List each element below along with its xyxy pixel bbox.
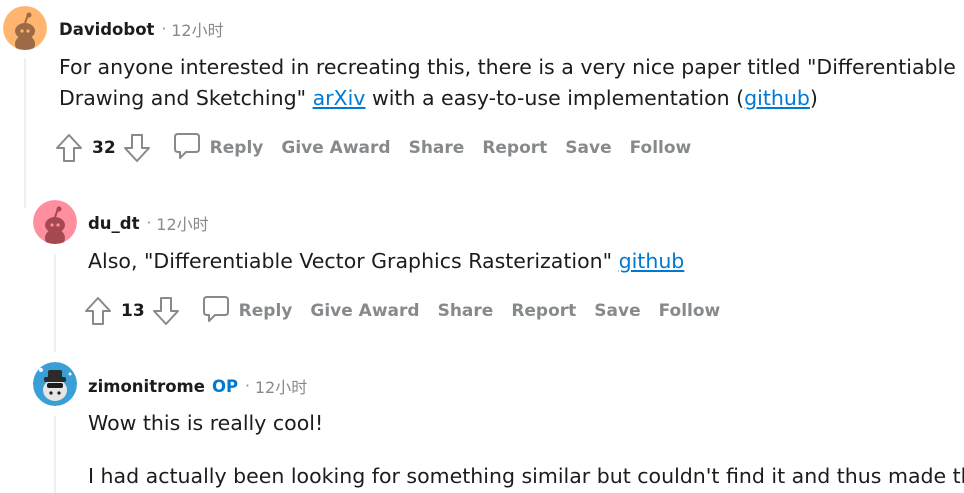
thread-line-reply-1[interactable] xyxy=(54,254,56,352)
comment-text: I had actually been looking for somethin… xyxy=(88,464,964,488)
report-button[interactable]: Report xyxy=(511,301,576,321)
comment-bubble-icon xyxy=(172,131,202,165)
comment-actions: 32 Reply Give Award Share Report Save Fo… xyxy=(54,130,691,166)
timestamp[interactable]: 12小时 xyxy=(171,17,223,41)
follow-button[interactable]: Follow xyxy=(659,301,721,321)
upvote-icon[interactable] xyxy=(54,132,84,164)
github-link[interactable]: github xyxy=(619,249,685,273)
comment-text: Drawing and Sketching" arXiv with a easy… xyxy=(59,86,818,110)
github-link[interactable]: github xyxy=(744,86,810,110)
reply-button[interactable]: Reply xyxy=(201,294,293,328)
save-button[interactable]: Save xyxy=(565,138,611,158)
reply-label: Reply xyxy=(209,138,264,158)
comment-body: Also, "Differentiable Vector Graphics Ra… xyxy=(88,246,684,277)
share-button[interactable]: Share xyxy=(438,301,494,321)
give-award-button[interactable]: Give Award xyxy=(281,138,390,158)
snoo-avatar-icon xyxy=(3,6,47,50)
follow-button[interactable]: Follow xyxy=(630,138,692,158)
timestamp[interactable]: 12小时 xyxy=(255,374,307,398)
separator-dot: · xyxy=(146,214,152,232)
comment-header: du_dt · 12小时 xyxy=(88,211,209,235)
snoo-avatar-icon xyxy=(33,362,77,406)
op-badge: OP xyxy=(211,376,239,396)
share-button[interactable]: Share xyxy=(409,138,465,158)
reply-button[interactable]: Reply xyxy=(172,131,264,165)
avatar[interactable] xyxy=(33,362,77,406)
comment-header: Davidobot · 12小时 xyxy=(59,17,224,41)
separator-dot: · xyxy=(245,377,250,395)
comment-body: For anyone interested in recreating this… xyxy=(59,52,956,114)
comment-text: Also, "Differentiable Vector Graphics Ra… xyxy=(88,249,685,273)
thread-line-root[interactable] xyxy=(24,58,26,208)
downvote-icon[interactable] xyxy=(151,295,181,327)
snoo-avatar-icon xyxy=(33,200,77,244)
report-button[interactable]: Report xyxy=(482,138,547,158)
upvote-icon[interactable] xyxy=(83,295,113,327)
timestamp[interactable]: 12小时 xyxy=(156,211,208,235)
separator-dot: · xyxy=(161,20,167,38)
comment-text: Wow this is really cool! xyxy=(88,411,324,435)
comment-text: For anyone interested in recreating this… xyxy=(59,55,956,79)
comment-body: Wow this is really cool! I had actually … xyxy=(88,408,964,492)
comment-actions: 13 Reply Give Award Share Report Save Fo… xyxy=(83,293,720,329)
username[interactable]: du_dt xyxy=(88,214,140,233)
arxiv-link[interactable]: arXiv xyxy=(313,86,366,110)
vote-score: 32 xyxy=(92,138,116,158)
reply-label: Reply xyxy=(238,301,293,321)
avatar[interactable] xyxy=(3,6,47,50)
comment-header: zimonitrome OP · 12小时 xyxy=(88,374,307,398)
username[interactable]: Davidobot xyxy=(59,20,154,39)
thread-line-reply-2[interactable] xyxy=(54,416,56,493)
avatar[interactable] xyxy=(33,200,77,244)
username[interactable]: zimonitrome xyxy=(88,377,205,396)
give-award-button[interactable]: Give Award xyxy=(310,301,419,321)
save-button[interactable]: Save xyxy=(594,301,640,321)
downvote-icon[interactable] xyxy=(122,132,152,164)
comment-bubble-icon xyxy=(201,294,231,328)
vote-score: 13 xyxy=(121,301,145,321)
